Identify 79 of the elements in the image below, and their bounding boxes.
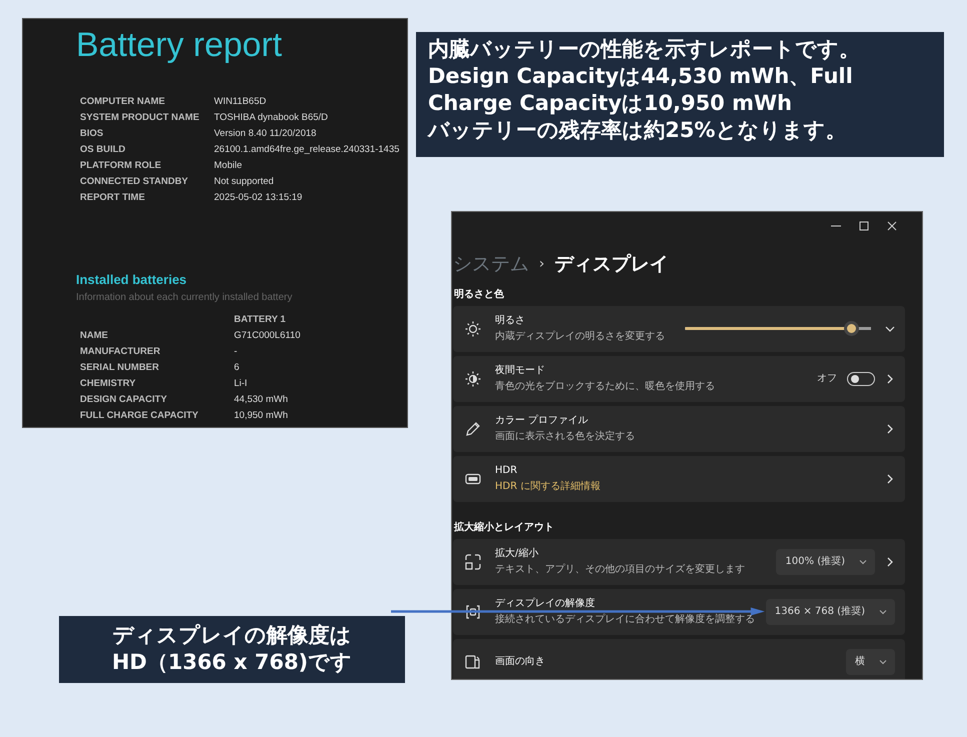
- sun-moon-icon: [465, 370, 481, 386]
- field-value: 10,950 mWh: [234, 408, 289, 422]
- field-label: DESIGN CAPACITY: [80, 392, 168, 406]
- page-title: ディスプレイ: [554, 252, 669, 277]
- caret-icon: [879, 608, 887, 616]
- field-value: -: [234, 344, 238, 358]
- settings-card[interactable]: カラー プロファイル 画面に表示される色を決定する: [453, 406, 905, 452]
- section-heading: 明るさと色: [454, 288, 505, 302]
- close-icon[interactable]: [887, 221, 897, 231]
- setting-description: 青色の光をブロックするために、暖色を使用する: [495, 380, 716, 392]
- field-label: REPORT TIME: [80, 191, 146, 204]
- toggle-label: オフ: [817, 372, 837, 386]
- field-value: 44,530 mWh: [234, 392, 289, 406]
- setting-description: 画面に表示される色を決定する: [495, 430, 636, 442]
- scale-icon: [465, 554, 481, 570]
- caret-icon: [879, 658, 887, 666]
- settings-card[interactable]: 夜間モード 青色の光をブロックするために、暖色を使用する オフ: [453, 356, 905, 402]
- dropdown[interactable]: 1366 × 768 (推奨): [766, 598, 895, 624]
- field-value: TOSHIBA dynabook B65/D: [214, 111, 329, 124]
- section-heading: Installed batteries: [76, 271, 188, 289]
- field-label: NAME: [80, 328, 109, 342]
- report-title: Battery report: [76, 25, 283, 66]
- rotate-screen-icon: [465, 654, 481, 670]
- field-value: 6: [234, 360, 240, 374]
- settings-card[interactable]: ディスプレイの解像度 接続されているディスプレイに合わせて解像度を調整する 1366 × 768 (推奨): [453, 588, 905, 634]
- field-label: OS BUILD: [80, 143, 126, 156]
- field-value: Not supported: [214, 175, 275, 188]
- dropdown[interactable]: 横: [846, 648, 895, 674]
- note-text: 内臓バッテリーの性能を示すレポートです。 Design Capacityは44,530 mWh、Full Charge Capacityは10,950 mWh バッテリーの残存率は約25%となります。: [416, 32, 944, 157]
- chevron-right-icon[interactable]: [885, 556, 895, 566]
- pen-icon: [465, 420, 481, 436]
- setting-title: カラー プロファイル: [495, 414, 590, 426]
- field-label: PLATFORM ROLE: [80, 159, 162, 172]
- setting-title: 夜間モード: [495, 364, 546, 376]
- field-label: MANUFACTURER: [80, 344, 162, 358]
- setting-description: 接続されているディスプレイに合わせて解像度を調整する: [495, 614, 752, 626]
- dropdown[interactable]: 100% (推奨): [776, 548, 875, 574]
- chevron-right-icon[interactable]: [885, 474, 895, 484]
- column-header: BATTERY 1: [234, 312, 287, 326]
- field-value: 26100.1.amd64fre.ge_release.240331-1435: [214, 143, 400, 156]
- settings-card[interactable]: 拡大/縮小 テキスト、アプリ、その他の項目のサイズを変更します 100% (推奨): [453, 538, 905, 584]
- toggle-switch[interactable]: [847, 372, 875, 386]
- setting-title: 画面の向き: [495, 656, 546, 668]
- field-value: Mobile: [214, 159, 243, 172]
- settings-card[interactable]: HDR HDR に関する詳細情報: [453, 456, 905, 502]
- caret-icon: [859, 558, 867, 566]
- field-label: COMPUTER NAME: [80, 95, 166, 108]
- slider-thumb[interactable]: [844, 321, 859, 336]
- chevron-down-icon[interactable]: [885, 324, 895, 334]
- maximize-icon[interactable]: [859, 221, 869, 231]
- details-link[interactable]: HDR に関する詳細情報: [495, 480, 871, 492]
- setting-title: 拡大/縮小: [495, 548, 540, 560]
- resolution-icon: [465, 604, 481, 620]
- setting-title: ディスプレイの解像度: [495, 598, 596, 610]
- setting-description: 内蔵ディスプレイの明るさを変更する: [495, 330, 666, 342]
- section-subtitle: Information about each currently installed battery: [76, 290, 294, 304]
- field-label: FULL CHARGE CAPACITY: [80, 408, 200, 422]
- breadcrumb-parent[interactable]: システム: [453, 250, 529, 278]
- settings-card[interactable]: 明るさ 内蔵ディスプレイの明るさを変更する: [453, 306, 905, 352]
- field-label: BIOS: [80, 127, 104, 140]
- field-value: Li-I: [234, 376, 248, 390]
- chevron-right-icon[interactable]: [885, 374, 895, 384]
- field-value: G71C000L6110: [234, 328, 302, 342]
- setting-description: テキスト、アプリ、その他の項目のサイズを変更します: [495, 564, 746, 576]
- setting-title: 明るさ: [495, 314, 526, 326]
- field-label: SYSTEM PRODUCT NAME: [80, 111, 200, 124]
- breadcrumb-separator: ›: [539, 254, 545, 274]
- field-label: SERIAL NUMBER: [80, 360, 160, 374]
- field-label: CHEMISTRY: [80, 376, 137, 390]
- chevron-right-icon[interactable]: [885, 424, 895, 434]
- sun-icon: [465, 320, 481, 336]
- field-value: 2025-05-02 13:15:19: [214, 191, 304, 204]
- settings-card[interactable]: 画面の向き 横: [453, 638, 905, 679]
- field-value: Version 8.40 11/20/2018: [214, 127, 318, 140]
- callout-text: ディスプレイの解像度は HD（1366 x 768)です: [59, 616, 405, 683]
- field-label: CONNECTED STANDBY: [80, 175, 190, 188]
- section-heading: 拡大縮小とレイアウト: [454, 520, 555, 534]
- setting-title: HDR: [495, 464, 518, 476]
- field-value: WIN11B65D: [214, 95, 268, 108]
